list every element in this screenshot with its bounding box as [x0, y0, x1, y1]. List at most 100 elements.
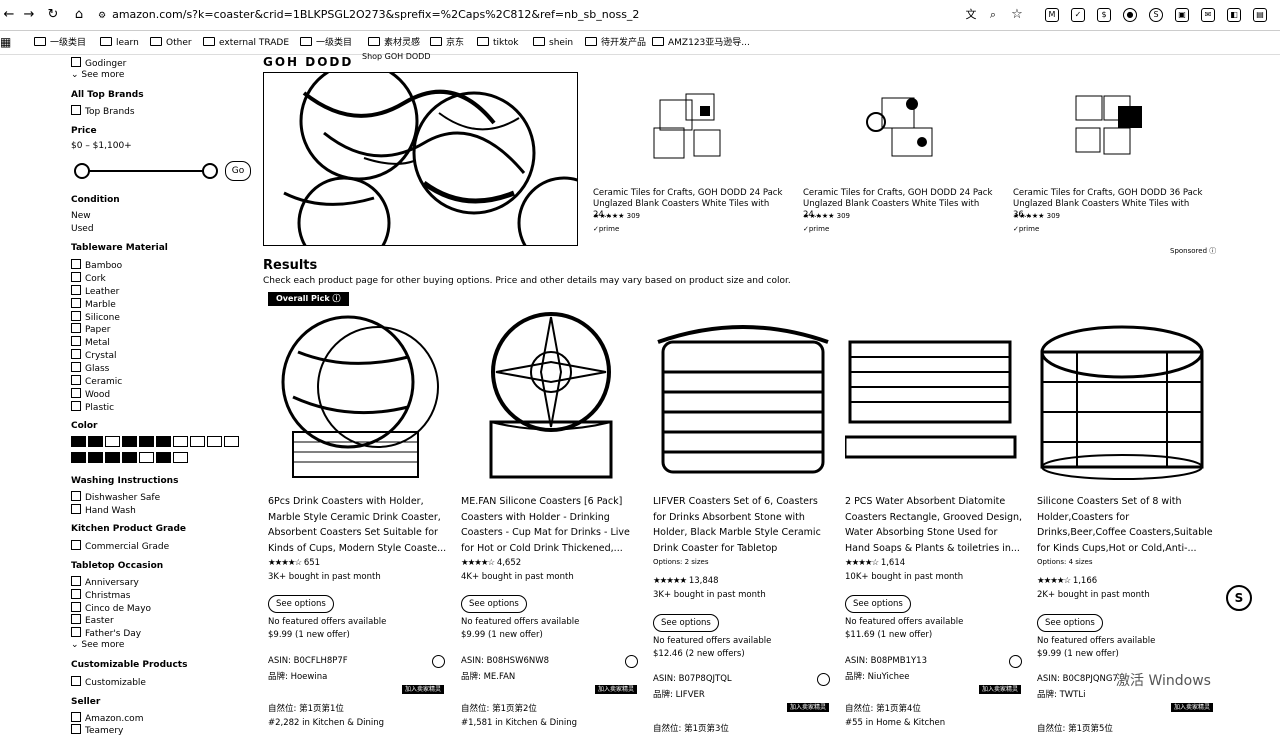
checkbox[interactable] — [71, 375, 81, 385]
checkbox[interactable] — [71, 323, 81, 333]
checkbox[interactable] — [71, 491, 81, 501]
plugin-tag[interactable]: 加入卖家精灵 — [1171, 703, 1214, 712]
extension-icon[interactable]: ● — [1123, 8, 1137, 22]
brand-banner-image[interactable] — [263, 72, 578, 246]
product-rating[interactable]: ★★★★☆ 4,652 — [461, 558, 521, 568]
product-title[interactable]: Silicone Coasters Set of 8 with Holder,C… — [1037, 494, 1217, 556]
color-swatch[interactable] — [88, 452, 103, 463]
floating-plugin-icon[interactable]: S — [1226, 585, 1252, 611]
checkbox[interactable] — [71, 259, 81, 269]
shop-brand-link[interactable]: Shop GOH DODD — [362, 52, 431, 61]
color-swatch[interactable] — [173, 452, 188, 463]
reload-icon[interactable]: ↻ — [44, 6, 62, 24]
plugin-tag[interactable]: 加入卖家精灵 — [787, 703, 830, 712]
filter-occasion[interactable]: Father's Day — [71, 627, 141, 639]
site-info-icon[interactable]: ⚙ — [98, 11, 106, 21]
bookmark-folder[interactable]: external TRADE — [203, 36, 289, 50]
plugin-circle-icon[interactable] — [817, 673, 830, 686]
price-slider-max-handle[interactable] — [202, 163, 218, 179]
asin[interactable]: ASIN: B07P8QJTQL — [653, 674, 732, 684]
see-more-link[interactable]: ⌄ See more — [71, 70, 124, 80]
checkbox[interactable] — [71, 724, 81, 734]
color-swatch[interactable] — [156, 452, 171, 463]
plugin-circle-icon[interactable] — [1009, 655, 1022, 668]
checkbox[interactable] — [71, 362, 81, 372]
bookmark-folder[interactable]: AMZ123亚马逊导... — [652, 36, 750, 50]
product-card[interactable]: 2 PCS Water Absorbent Diatomite Coasters… — [843, 312, 1025, 732]
product-image[interactable] — [1037, 312, 1217, 482]
new-offers-link[interactable]: (1 new offer) — [877, 630, 932, 640]
filter-material[interactable]: Plastic — [71, 401, 114, 413]
checkbox[interactable] — [71, 614, 81, 624]
filter-top-brands[interactable]: Top Brands — [71, 105, 135, 117]
color-swatch[interactable] — [88, 436, 103, 447]
checkbox[interactable] — [71, 285, 81, 295]
extension-icon[interactable]: ◧ — [1227, 8, 1241, 22]
color-swatch[interactable] — [139, 436, 154, 447]
new-offers-link[interactable]: (1 new offer) — [1064, 649, 1119, 659]
new-offers-link[interactable]: (2 new offers) — [685, 649, 744, 659]
filter-brand-godinger[interactable]: Godinger — [71, 57, 126, 69]
checkbox[interactable] — [71, 388, 81, 398]
see-options-button[interactable]: See options — [268, 595, 334, 613]
sponsored-rating[interactable]: ★★★★★ 309 — [593, 212, 640, 220]
see-options-button[interactable]: See options — [653, 614, 719, 632]
checkbox[interactable] — [71, 676, 81, 686]
filter-material[interactable]: Metal — [71, 336, 110, 348]
bookmark-folder[interactable]: learn — [100, 36, 139, 50]
price-slider-min-handle[interactable] — [74, 163, 90, 179]
price-go-button[interactable]: Go — [225, 161, 251, 181]
product-title[interactable]: ME.FAN Silicone Coasters [6 Pack] Coaste… — [461, 494, 641, 556]
filter-washing[interactable]: Dishwasher Safe — [71, 491, 160, 503]
apps-grid-icon[interactable]: ▦ — [0, 36, 11, 50]
filter-material[interactable]: Leather — [71, 285, 119, 297]
see-options-button[interactable]: See options — [461, 595, 527, 613]
filter-material[interactable]: Silicone — [71, 311, 120, 323]
filter-material[interactable]: Bamboo — [71, 259, 122, 271]
filter-seller[interactable]: Amazon.com — [71, 712, 143, 724]
product-card[interactable]: ME.FAN Silicone Coasters [6 Pack] Coaste… — [461, 312, 641, 732]
checkbox[interactable] — [71, 311, 81, 321]
see-options-button[interactable]: See options — [1037, 614, 1103, 632]
filter-material[interactable]: Paper — [71, 323, 111, 335]
checkbox[interactable] — [71, 57, 81, 67]
filter-occasion[interactable]: Anniversary — [71, 576, 139, 588]
filter-material[interactable]: Marble — [71, 298, 116, 310]
plugin-tag[interactable]: 加入卖家精灵 — [595, 685, 638, 694]
extension-icon[interactable]: M — [1045, 8, 1059, 22]
filter-customizable[interactable]: Customizable — [71, 676, 146, 688]
filter-material[interactable]: Glass — [71, 362, 109, 374]
checkbox[interactable] — [71, 336, 81, 346]
filter-condition-used[interactable]: Used — [71, 224, 94, 234]
filter-material[interactable]: Crystal — [71, 349, 117, 361]
asin[interactable]: ASIN: B08PMB1Y13 — [845, 656, 927, 666]
bookmark-folder[interactable]: Other — [150, 36, 192, 50]
see-options-button[interactable]: See options — [845, 595, 911, 613]
checkbox[interactable] — [71, 105, 81, 115]
product-card[interactable]: LIFVER Coasters Set of 6, Coasters for D… — [653, 312, 833, 734]
extension-icon[interactable]: ✓ — [1071, 8, 1085, 22]
color-swatch[interactable] — [173, 436, 188, 447]
plugin-tag[interactable]: 加入卖家精灵 — [402, 685, 445, 694]
bookmark-folder[interactable]: 素材灵感 — [368, 36, 420, 50]
bookmark-star-icon[interactable]: ☆ — [1008, 6, 1026, 24]
filter-seller[interactable]: Teamery — [71, 724, 123, 736]
sponsored-rating[interactable]: ★★★★★ 309 — [1013, 212, 1060, 220]
sponsored-product-image[interactable] — [862, 92, 937, 162]
product-title[interactable]: LIFVER Coasters Set of 6, Coasters for D… — [653, 494, 833, 556]
checkbox[interactable] — [71, 589, 81, 599]
see-more-link[interactable]: ⌄ See more — [71, 640, 124, 650]
checkbox[interactable] — [71, 540, 81, 550]
zoom-icon[interactable]: ⌕ — [984, 6, 1002, 24]
forward-icon[interactable]: → — [20, 6, 38, 24]
translate-icon[interactable]: 文 — [962, 6, 980, 24]
product-card[interactable]: Silicone Coasters Set of 8 with Holder,C… — [1037, 312, 1217, 734]
sponsored-rating[interactable]: ★★★★★ 309 — [803, 212, 850, 220]
checkbox[interactable] — [71, 401, 81, 411]
filter-occasion[interactable]: Cinco de Mayo — [71, 602, 151, 614]
asin[interactable]: ASIN: B0CFLH8P7F — [268, 656, 348, 666]
bookmark-folder[interactable]: shein — [533, 36, 573, 50]
checkbox[interactable] — [71, 349, 81, 359]
color-swatch[interactable] — [139, 452, 154, 463]
product-rating[interactable]: ★★★★☆ 1,166 — [1037, 576, 1097, 586]
